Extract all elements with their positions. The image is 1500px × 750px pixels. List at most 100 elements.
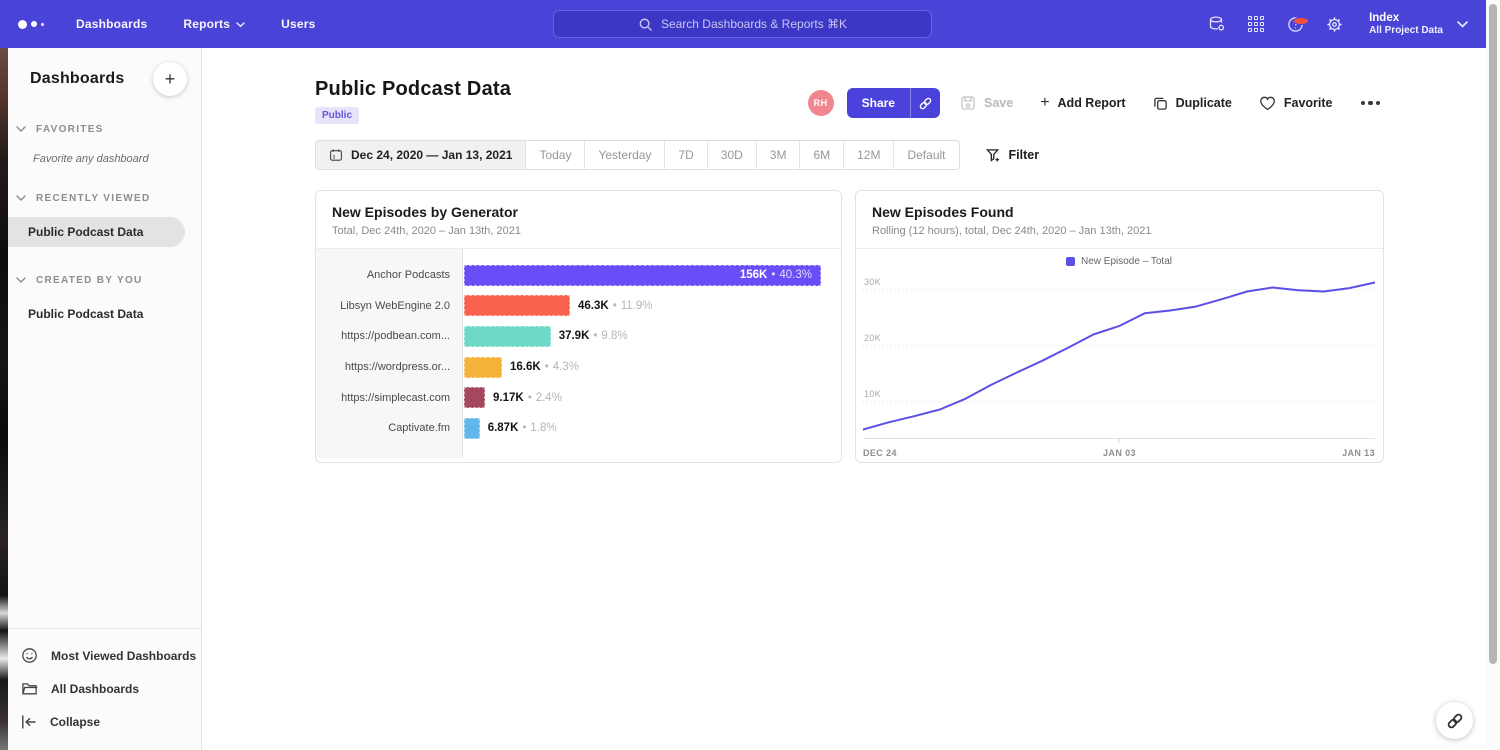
folder-icon <box>21 680 38 697</box>
settings-gear-icon[interactable] <box>1324 14 1344 34</box>
preset-12m[interactable]: 12M <box>843 141 893 169</box>
nav-item-reports[interactable]: Reports <box>183 17 245 31</box>
preset-yesterday[interactable]: Yesterday <box>584 141 664 169</box>
date-toolbar: Dec 24, 2020 — Jan 13, 2021 TodayYesterd… <box>315 140 1384 170</box>
chevron-down-icon <box>16 189 26 207</box>
sidebar-footer-all-dashboards[interactable]: All Dashboards <box>8 672 201 705</box>
apps-grid-icon[interactable] <box>1246 14 1266 34</box>
navbar-right-cluster: Index All Project Data <box>1207 0 1468 48</box>
y-axis-tick-label: 20K <box>864 333 881 343</box>
share-link-icon[interactable] <box>910 88 940 118</box>
page-scrollbar[interactable] <box>1486 0 1500 750</box>
top-navbar: Dashboards Reports Users Search Dashboards… <box>0 0 1486 48</box>
share-button[interactable]: Share <box>847 88 910 118</box>
chart-title: New Episodes by Generator <box>332 204 825 220</box>
search-input[interactable]: Search Dashboards & Reports ⌘K <box>553 10 932 38</box>
date-range-segmented-control: Dec 24, 2020 — Jan 13, 2021 TodayYesterd… <box>315 140 960 170</box>
bar-category-label: https://podbean.com... <box>316 330 463 342</box>
bar[interactable] <box>464 295 570 316</box>
x-axis-tick-label: JAN 13 <box>1342 448 1375 458</box>
sidebar-footer-collapse[interactable]: Collapse <box>8 705 201 738</box>
more-options-button[interactable] <box>1357 97 1385 110</box>
save-button[interactable]: Save <box>960 95 1013 111</box>
logo-dot <box>41 23 44 26</box>
sidebar-item-public-podcast-data[interactable]: Public Podcast Data <box>8 217 185 247</box>
visibility-badge: Public <box>315 107 359 124</box>
duplicate-icon <box>1153 96 1168 111</box>
bar[interactable] <box>464 387 485 408</box>
sidebar-footer-most-viewed-dashboards[interactable]: Most Viewed Dashboards <box>8 639 201 672</box>
sidebar-item-public-podcast-data[interactable]: Public Podcast Data <box>8 299 201 329</box>
data-sources-icon[interactable] <box>1207 14 1227 34</box>
line-chart-svg[interactable] <box>863 273 1375 444</box>
preset-30d[interactable]: 30D <box>707 141 756 169</box>
preset-6m[interactable]: 6M <box>799 141 843 169</box>
add-report-button[interactable]: + Add Report <box>1040 94 1125 112</box>
notification-badge <box>1293 17 1309 25</box>
bar-category-label: Libsyn WebEngine 2.0 <box>316 300 463 312</box>
bar-value-label: 46.3K•11.9% <box>578 300 652 312</box>
plus-icon: + <box>1040 94 1049 112</box>
avatar[interactable]: RH <box>808 90 834 116</box>
save-icon <box>960 95 976 111</box>
nav-item-users[interactable]: Users <box>281 17 315 31</box>
chart-subtitle: Total, Dec 24th, 2020 – Jan 13th, 2021 <box>332 225 825 237</box>
preset-7d[interactable]: 7D <box>664 141 706 169</box>
bar-value-label: 37.9K•9.8% <box>559 330 628 342</box>
project-switcher[interactable]: Index All Project Data <box>1369 11 1468 37</box>
line-chart: 10K 20K 30K <box>863 273 1375 444</box>
preset-today[interactable]: Today <box>525 141 584 169</box>
bar[interactable] <box>464 326 551 347</box>
sidebar-section-recently-viewed[interactable]: RECENTLY VIEWED <box>8 189 201 207</box>
main-content: Public Podcast Data Public RH Share <box>202 48 1486 750</box>
duplicate-button[interactable]: Duplicate <box>1153 96 1232 111</box>
bar-row: Anchor Podcasts156K•40.3% <box>316 260 841 291</box>
sidebar-section-favorites[interactable]: FAVORITES <box>8 120 201 138</box>
bar-chart: Anchor Podcasts156K•40.3%Libsyn WebEngin… <box>316 249 841 458</box>
primary-nav: Dashboards Reports Users <box>76 17 315 31</box>
add-dashboard-button[interactable]: + <box>153 62 187 96</box>
sidebar-section-created-by-you[interactable]: CREATED BY YOU <box>8 271 201 289</box>
bar-row: Libsyn WebEngine 2.0 46.3K•11.9% <box>316 291 841 322</box>
sidebar-footer: Most Viewed DashboardsAll DashboardsColl… <box>8 628 201 750</box>
date-range-button[interactable]: Dec 24, 2020 — Jan 13, 2021 <box>316 141 525 169</box>
bar[interactable] <box>464 357 502 378</box>
share-split-button: Share <box>847 88 940 118</box>
bar[interactable] <box>464 418 480 439</box>
bar[interactable]: 156K•40.3% <box>464 265 821 286</box>
brand-logo[interactable] <box>18 20 44 29</box>
preset-3m[interactable]: 3M <box>756 141 800 169</box>
legend-label: New Episode – Total <box>1081 256 1172 267</box>
chevron-down-icon <box>16 120 26 138</box>
bar-category-label: https://simplecast.com <box>316 392 463 404</box>
chevron-down-icon <box>1457 21 1468 28</box>
preset-default[interactable]: Default <box>893 141 958 169</box>
filter-funnel-icon <box>986 148 1001 163</box>
bar-category-label: https://wordpress.or... <box>316 361 463 373</box>
bar-chart-card: New Episodes by Generator Total, Dec 24t… <box>315 190 842 463</box>
chart-subtitle: Rolling (12 hours), total, Dec 24th, 202… <box>872 225 1367 237</box>
bar-row: https://wordpress.or...16.6K•4.3% <box>316 352 841 383</box>
help-icon[interactable] <box>1285 14 1305 34</box>
filter-button[interactable]: Filter <box>986 148 1040 163</box>
bar-value-label: 6.87K•1.8% <box>488 422 557 434</box>
bar-row: https://simplecast.com 9.17K•2.4% <box>316 382 841 413</box>
calendar-icon <box>329 148 343 162</box>
smiley-icon <box>21 647 38 664</box>
chart-legend: New Episode – Total <box>863 249 1375 273</box>
background-image-strip <box>0 48 8 750</box>
favorite-button[interactable]: Favorite <box>1259 96 1333 111</box>
bar-category-label: Anchor Podcasts <box>316 269 463 281</box>
bar-value-label: 9.17K•2.4% <box>493 392 562 404</box>
sidebar-empty-note: Favorite any dashboard <box>33 153 201 165</box>
search-icon <box>638 17 653 32</box>
share-link-fab[interactable] <box>1436 702 1473 739</box>
y-axis-tick-label: 10K <box>864 389 881 399</box>
y-axis-tick-label: 30K <box>864 277 881 287</box>
bar-row: https://podbean.com... 37.9K•9.8% <box>316 321 841 352</box>
nav-item-dashboards[interactable]: Dashboards <box>76 17 147 31</box>
chart-title: New Episodes Found <box>872 204 1367 220</box>
project-name: Index <box>1369 11 1443 25</box>
heart-icon <box>1259 96 1276 111</box>
scrollbar-thumb[interactable] <box>1489 4 1497 664</box>
